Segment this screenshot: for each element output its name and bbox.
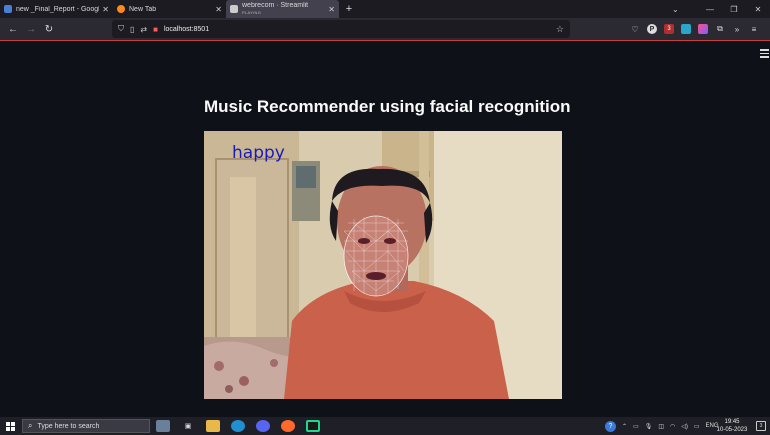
extension-colorful-icon[interactable] (698, 24, 708, 34)
close-tab-icon[interactable]: ✕ (328, 5, 335, 14)
tab-playing-label: PLAYING (242, 10, 262, 15)
tab-final-report[interactable]: new _Final_Report - Google Do ✕ (0, 0, 113, 18)
bookmark-star-icon[interactable]: ☆ (556, 24, 564, 35)
wifi-icon[interactable]: ◠ (670, 423, 675, 430)
edge-icon[interactable] (231, 420, 245, 432)
emotion-label: happy (232, 143, 285, 163)
system-tray: ? ⌃ ▭ 🎙 ◫ ◠ ◁) ▭ ENG (605, 417, 719, 435)
browser-window: new _Final_Report - Google Do ✕ New Tab … (0, 0, 770, 417)
page-info-icon[interactable]: ▯ (130, 25, 134, 34)
windows-start-icon[interactable] (0, 417, 20, 435)
close-tab-icon[interactable]: ✕ (215, 5, 222, 14)
navigation-bar: ← → ↻ ⛉ ▯ ⇄ ■ localhost:8501 ☆ ♡ P 3 ⧉ »… (0, 18, 770, 40)
forward-icon[interactable]: → (22, 24, 40, 35)
tab-streamlit[interactable]: webrecom · Streamlit PLAYING ✕ (226, 0, 339, 18)
extensions-puzzle-icon[interactable]: ⧉ (715, 24, 725, 34)
help-icon[interactable]: ? (605, 420, 616, 432)
webcam-video-feed[interactable]: happy (204, 131, 562, 399)
extension-icon[interactable] (681, 24, 691, 34)
page-title: Music Recommender using facial recogniti… (204, 97, 571, 116)
close-tab-icon[interactable]: ✕ (102, 5, 109, 14)
back-icon[interactable]: ← (4, 24, 22, 35)
shield-icon[interactable]: ⛉ (118, 24, 124, 34)
pycharm-icon[interactable] (306, 420, 320, 432)
speaker-icon[interactable]: ◁) (681, 423, 688, 430)
taskbar-clock[interactable]: 19:45 10-05-2023 (714, 418, 750, 434)
search-icon: ⌕ (28, 421, 33, 430)
new-tab-button[interactable]: + (339, 0, 359, 18)
toolbar-right: ♡ P 3 ⧉ » ≡ (630, 18, 759, 40)
search-highlight-icon[interactable] (156, 420, 170, 432)
windows-taskbar: ⌕ Type here to search ▣ ? ⌃ ▭ 🎙 ◫ ◠ ◁) ▭… (0, 417, 770, 435)
file-explorer-icon[interactable] (206, 420, 220, 432)
url-bar[interactable]: ⛉ ▯ ⇄ ■ localhost:8501 ☆ (112, 20, 570, 38)
battery-icon[interactable]: ▭ (694, 423, 700, 430)
camera-sharing-icon[interactable]: ■ (153, 25, 158, 34)
clock-time: 19:45 (724, 419, 740, 425)
notification-center-icon[interactable]: 3 (756, 421, 766, 431)
microphone-icon[interactable]: 🎙 (645, 423, 653, 430)
tab-strip: new _Final_Report - Google Do ✕ New Tab … (0, 0, 770, 18)
tab-title: new _Final_Report - Google Do (16, 5, 99, 13)
window-controls: — ❐ ✕ (698, 0, 770, 18)
discord-icon[interactable] (256, 420, 270, 432)
streamlit-page: Music Recommender using facial recogniti… (0, 41, 770, 417)
pocket-icon[interactable]: ♡ (630, 24, 640, 34)
restore-icon[interactable]: ❐ (722, 0, 746, 18)
permissions-icon[interactable]: ⇄ (140, 25, 147, 34)
url-text: localhost:8501 (163, 25, 210, 33)
tab-title: webrecom · Streamlit (242, 2, 309, 9)
google-docs-icon (4, 5, 12, 13)
show-hidden-icons-icon[interactable]: ⌃ (622, 423, 627, 430)
firefox-icon (117, 5, 125, 13)
extension-badge-icon[interactable]: 3 (664, 24, 674, 34)
minimize-icon[interactable]: — (698, 0, 722, 18)
device-icon[interactable]: ▭ (633, 423, 639, 430)
app-menu-icon[interactable]: ≡ (749, 24, 759, 34)
search-placeholder: Type here to search (37, 422, 100, 430)
overflow-chevrons-icon[interactable]: » (732, 24, 742, 34)
clock-date: 10-05-2023 (716, 427, 748, 433)
taskbar-search-input[interactable]: ⌕ Type here to search (22, 419, 150, 433)
tab-new-tab[interactable]: New Tab ✕ (113, 0, 226, 18)
task-view-icon[interactable]: ▣ (181, 420, 195, 432)
reload-icon[interactable]: ↻ (40, 24, 58, 35)
shield-tray-icon[interactable]: ◫ (658, 423, 664, 430)
streamlit-icon (230, 5, 238, 13)
list-all-tabs-icon[interactable]: ⌄ (672, 0, 684, 18)
firefox-taskbar-icon[interactable] (281, 420, 295, 432)
tab-title: New Tab (129, 5, 157, 13)
webcam-frame-image (204, 131, 562, 399)
extension-p-icon[interactable]: P (647, 24, 657, 34)
close-window-icon[interactable]: ✕ (746, 0, 770, 18)
tab-title-block: webrecom · Streamlit PLAYING (242, 2, 325, 16)
streamlit-menu-icon[interactable] (760, 49, 769, 60)
